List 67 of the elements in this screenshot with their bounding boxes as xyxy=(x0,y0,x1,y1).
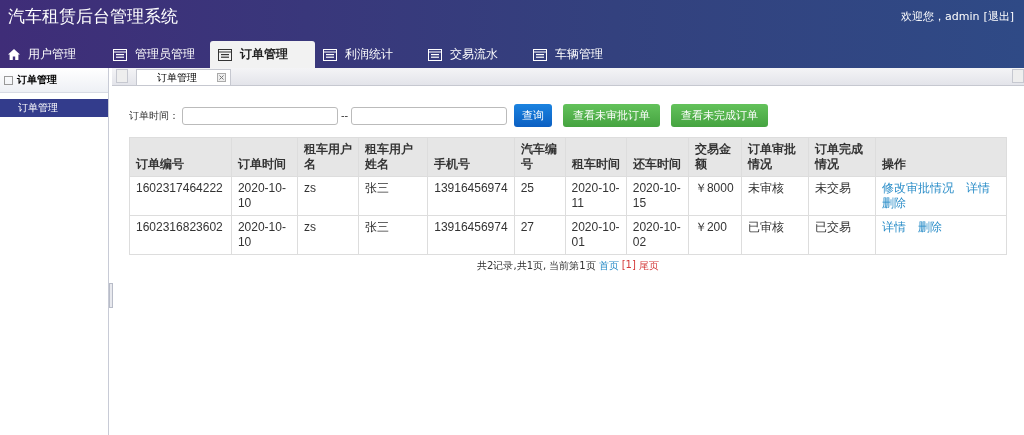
action-link[interactable]: 详情 xyxy=(966,181,990,196)
table-cell: 13916456974 xyxy=(427,176,515,216)
close-icon[interactable] xyxy=(217,73,226,82)
first-page-link[interactable]: 首页 xyxy=(598,259,619,273)
welcome-text: 欢迎您，admin xyxy=(900,8,980,24)
column-header: 订单编号 xyxy=(129,137,232,177)
table-cell: 未审核 xyxy=(741,176,809,216)
window-icon xyxy=(533,48,547,61)
table-cell: 2020-10-10 xyxy=(231,176,298,216)
column-header: 订单完成情况 xyxy=(808,137,876,177)
window-icon xyxy=(218,48,232,61)
column-header: 还车时间 xyxy=(626,137,689,177)
collapse-handle[interactable] xyxy=(109,283,113,308)
start-date-field[interactable] xyxy=(182,106,338,125)
action-link[interactable]: 删除 xyxy=(918,220,942,235)
nav-tab[interactable]: 管理员管理 xyxy=(105,41,210,68)
table-cell: 2020-10-10 xyxy=(231,215,298,255)
column-header: 操作 xyxy=(875,137,1007,177)
nav-tab[interactable]: 交易流水 xyxy=(420,41,525,68)
nav-tab[interactable]: 利润统计 xyxy=(315,41,420,68)
column-header: 手机号 xyxy=(427,137,515,177)
window-icon xyxy=(113,48,127,61)
end-date-field[interactable] xyxy=(351,106,508,125)
table-cell: 2020-10-02 xyxy=(626,215,689,255)
table-cell: 张三 xyxy=(358,215,428,255)
column-header: 交易金额 xyxy=(688,137,742,177)
pagination-summary: 共2记录,共1页, 当前第1页 xyxy=(477,259,596,273)
table-cell: 1602316823602 xyxy=(129,215,232,255)
table-cell: ￥8000 xyxy=(688,176,742,216)
sidebar-item[interactable]: 订单管理 xyxy=(0,99,108,117)
table-cell: 13916456974 xyxy=(427,215,515,255)
window-icon xyxy=(428,48,442,61)
range-separator: -- xyxy=(341,110,349,121)
nav-tab[interactable]: 车辆管理 xyxy=(525,41,630,68)
action-link[interactable]: 修改审批情况 xyxy=(882,181,954,196)
table-cell: 2020-10-11 xyxy=(565,176,627,216)
table-cell: 1602317464222 xyxy=(129,176,232,216)
table-cell: zs xyxy=(297,176,359,216)
window-icon xyxy=(323,48,337,61)
table-cell: zs xyxy=(297,215,359,255)
action-link[interactable]: 删除 xyxy=(882,196,906,211)
table-cell: 25 xyxy=(514,176,565,216)
table-cell: 27 xyxy=(514,215,565,255)
logout-link[interactable]: [退出] xyxy=(983,8,1014,24)
column-header: 订单审批情况 xyxy=(741,137,809,177)
column-header: 租车用户姓名 xyxy=(358,137,428,177)
table-cell: ￥200 xyxy=(688,215,742,255)
column-header: 租车用户名 xyxy=(297,137,359,177)
app-title: 汽车租赁后台管理系统 xyxy=(8,4,178,28)
table-cell: 2020-10-01 xyxy=(565,215,627,255)
search-button[interactable]: 查询 xyxy=(514,104,553,127)
table-cell: 已审核 xyxy=(741,215,809,255)
table-cell: 未交易 xyxy=(808,176,876,216)
action-link[interactable]: 详情 xyxy=(882,220,906,235)
column-header: 租车时间 xyxy=(565,137,627,177)
filter-label: 订单时间： xyxy=(129,108,179,123)
table-cell: 已交易 xyxy=(808,215,876,255)
table-cell: 2020-10-15 xyxy=(626,176,689,216)
home-icon xyxy=(8,49,20,60)
last-page-link[interactable]: 尾页 xyxy=(638,259,659,273)
column-header: 汽车编号 xyxy=(514,137,565,177)
nav-tab[interactable]: 订单管理 xyxy=(210,41,315,68)
current-page: [1] xyxy=(621,259,636,272)
content-tab[interactable]: 订单管理 xyxy=(136,69,231,85)
nav-tab[interactable]: 用户管理 xyxy=(0,41,105,68)
column-header: 订单时间 xyxy=(231,137,298,177)
table-cell: 张三 xyxy=(358,176,428,216)
